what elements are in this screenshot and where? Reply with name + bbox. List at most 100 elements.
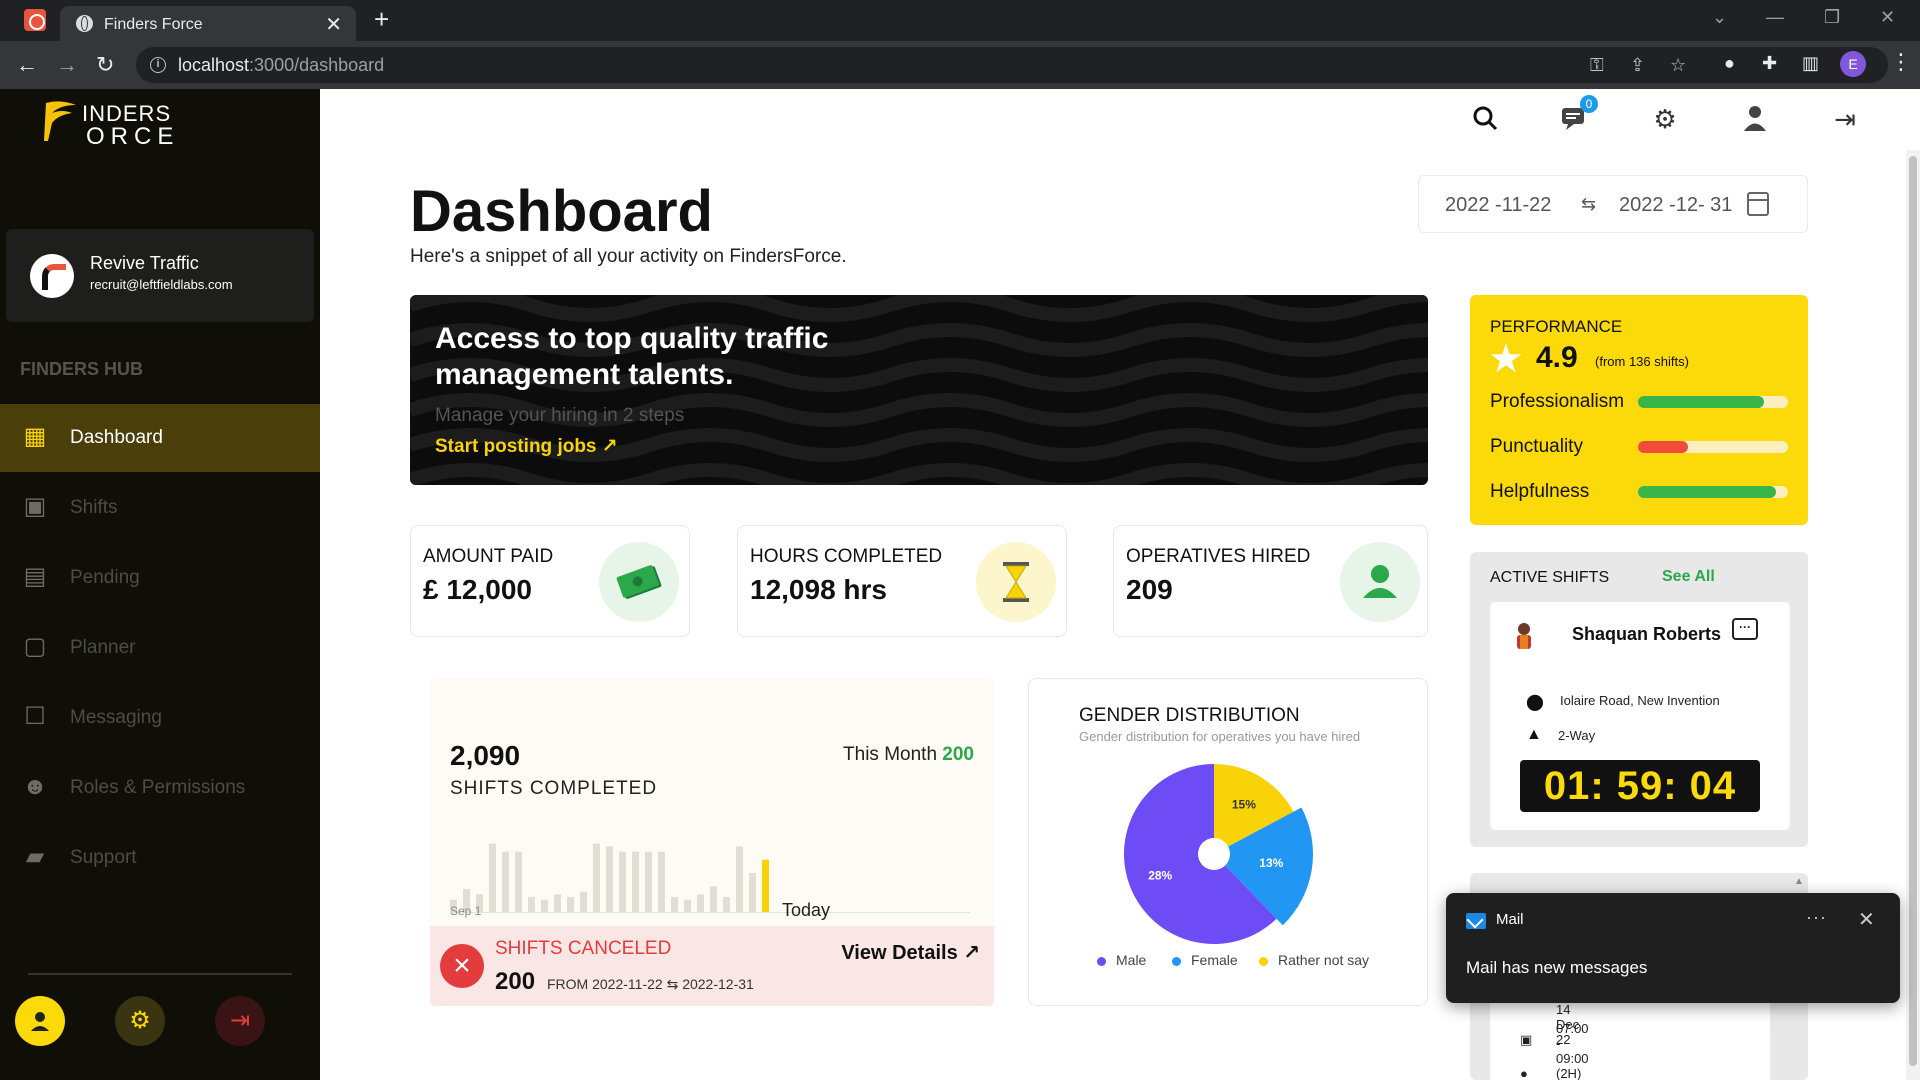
this-month: This Month 200: [843, 744, 974, 765]
extension-icon[interactable]: ●: [1724, 53, 1735, 74]
sidebar-item-pending[interactable]: ▤ Pending: [0, 544, 320, 612]
shift-bar: [736, 846, 743, 913]
shift-bar: [762, 859, 769, 913]
more-icon[interactable]: ···: [1806, 907, 1827, 928]
stat-value: 209: [1126, 574, 1173, 605]
finders-force-logo[interactable]: INDERS ORCE: [42, 93, 192, 150]
start-posting-jobs-link[interactable]: Start posting jobs ↗: [435, 435, 618, 458]
date-from[interactable]: 2022 -11-22: [1445, 194, 1551, 217]
document-icon: ▤: [23, 563, 47, 590]
hub-label: FINDERS HUB: [20, 359, 144, 379]
chat-icon[interactable]: ···: [1732, 618, 1758, 640]
money-icon: [599, 542, 679, 622]
globe-icon: [76, 15, 93, 32]
window-close-icon[interactable]: ✕: [1880, 7, 1895, 28]
shift-bar: [554, 894, 561, 913]
worker-avatar: [1517, 623, 1531, 649]
metric-track: [1638, 486, 1788, 498]
sidebar-item-label: Messaging: [70, 707, 162, 728]
more-icon[interactable]: ⋮: [1890, 49, 1912, 75]
sidebar-item-shifts[interactable]: ▣ Shifts: [0, 474, 320, 542]
person-icon: [31, 1012, 49, 1031]
see-all-link[interactable]: See All: [1662, 568, 1715, 586]
new-tab-button[interactable]: +: [374, 4, 389, 35]
address-bar[interactable]: i localhost:3000/dashboard ⚿ ⇪ ☆: [136, 47, 1888, 83]
gear-icon[interactable]: ⚙: [1650, 104, 1680, 134]
sidebar-item-dashboard[interactable]: ▦ Dashboard: [0, 404, 320, 472]
shift-bar: [593, 843, 600, 913]
scrollbar-thumb[interactable]: [1909, 156, 1917, 1066]
sidebar-item-support[interactable]: ▰ Support: [0, 824, 320, 892]
forward-icon[interactable]: →: [56, 52, 78, 78]
puzzle-icon[interactable]: ✚: [1762, 53, 1777, 74]
close-icon: ×: [440, 944, 484, 988]
upcoming-time: ●07:00 - 09:00 (2H): [1520, 1021, 1589, 1080]
date-to[interactable]: 2022 -12- 31: [1619, 194, 1732, 217]
shifts-bar-chart: [450, 843, 970, 913]
date-range-picker[interactable]: 2022 -11-22 ⇆ 2022 -12- 31: [1418, 175, 1808, 233]
notification-badge: 0: [1580, 95, 1598, 113]
page-scrollbar[interactable]: [1906, 150, 1920, 1080]
shift-bar: [723, 897, 730, 913]
share-icon[interactable]: ⇪: [1630, 55, 1645, 76]
hourglass-icon: [976, 542, 1056, 622]
app-logo-icon[interactable]: [24, 9, 46, 31]
metric-label: Helpfulness: [1490, 481, 1590, 502]
stat-value: 12,098 hrs: [750, 574, 887, 605]
metric-label: Punctuality: [1490, 436, 1583, 457]
info-icon[interactable]: i: [150, 57, 166, 73]
canceled-range: FROM 2022-11-22 ⇆ 2022-12-31: [547, 976, 754, 992]
browser-tab[interactable]: Finders Force ✕: [60, 6, 356, 41]
user-card[interactable]: Revive Traffic recruit@leftfieldlabs.com: [6, 229, 314, 322]
shift-bar: [489, 843, 496, 913]
metric-fill: [1638, 396, 1764, 408]
calendar-icon[interactable]: [1747, 192, 1769, 216]
swap-icon: ⇆: [1581, 194, 1597, 214]
back-icon[interactable]: ←: [16, 52, 38, 78]
restore-icon[interactable]: ❐: [1824, 7, 1840, 28]
sidebar-item-roles[interactable]: ☻ Roles & Permissions: [0, 754, 320, 822]
support-icon: ▰: [25, 843, 45, 870]
settings-button[interactable]: ⚙: [115, 996, 165, 1046]
minimize-icon[interactable]: —: [1766, 7, 1784, 28]
shift-bar: [502, 851, 509, 913]
shift-timer: 01: 59: 04: [1520, 760, 1760, 812]
metric-track: [1638, 441, 1788, 453]
sidebar-item-planner[interactable]: ▢ Planner: [0, 614, 320, 682]
view-details-link[interactable]: View Details ↗: [841, 940, 980, 965]
tab-title: Finders Force: [104, 16, 203, 33]
active-shift-item[interactable]: Shaquan Roberts ··· ⬤ Iolaire Road, New …: [1490, 602, 1790, 830]
metric-fill: [1638, 441, 1688, 453]
shift-bar: [541, 899, 548, 913]
stat-card-amount-paid: AMOUNT PAID £ 12,000: [410, 525, 690, 637]
mail-toast[interactable]: Mail ··· ✕ Mail has new messages: [1446, 893, 1900, 1003]
key-icon[interactable]: ⚿: [1590, 55, 1604, 76]
reload-icon[interactable]: ↻: [96, 52, 114, 78]
sidepanel-icon[interactable]: ▥: [1802, 53, 1819, 74]
chat-icon: ☐: [24, 703, 46, 730]
person-icon: [1340, 542, 1420, 622]
tab-search-icon[interactable]: ⌄: [1712, 7, 1727, 28]
profile-button[interactable]: [15, 996, 65, 1046]
scroll-up-icon[interactable]: ▲: [1794, 876, 1804, 887]
user-icon[interactable]: [1740, 104, 1770, 134]
profile-avatar[interactable]: E: [1840, 51, 1866, 77]
sidebar-item-messaging[interactable]: ☐ Messaging: [0, 684, 320, 752]
logo-swoosh-icon: [44, 101, 76, 141]
legend-rather-not-say: Rather not say: [1259, 952, 1369, 968]
road-type: 2-Way: [1558, 728, 1596, 743]
shift-bar: [710, 886, 717, 913]
tab-close-icon[interactable]: ✕: [325, 12, 342, 37]
close-icon[interactable]: ✕: [1858, 907, 1875, 932]
logout-icon[interactable]: ⇥: [1830, 104, 1860, 134]
shift-bar: [684, 899, 691, 913]
shift-bar: [749, 873, 756, 913]
canceled-title: SHIFTS CANCELED: [495, 938, 672, 959]
shift-bar: [580, 891, 587, 913]
canceled-value: 200: [495, 968, 536, 995]
search-icon[interactable]: [1470, 104, 1500, 134]
logout-button[interactable]: ⇥: [215, 996, 265, 1046]
star-icon[interactable]: ☆: [1670, 55, 1686, 76]
url-text[interactable]: localhost:3000/dashboard: [178, 55, 384, 76]
shift-bar: [528, 897, 535, 913]
